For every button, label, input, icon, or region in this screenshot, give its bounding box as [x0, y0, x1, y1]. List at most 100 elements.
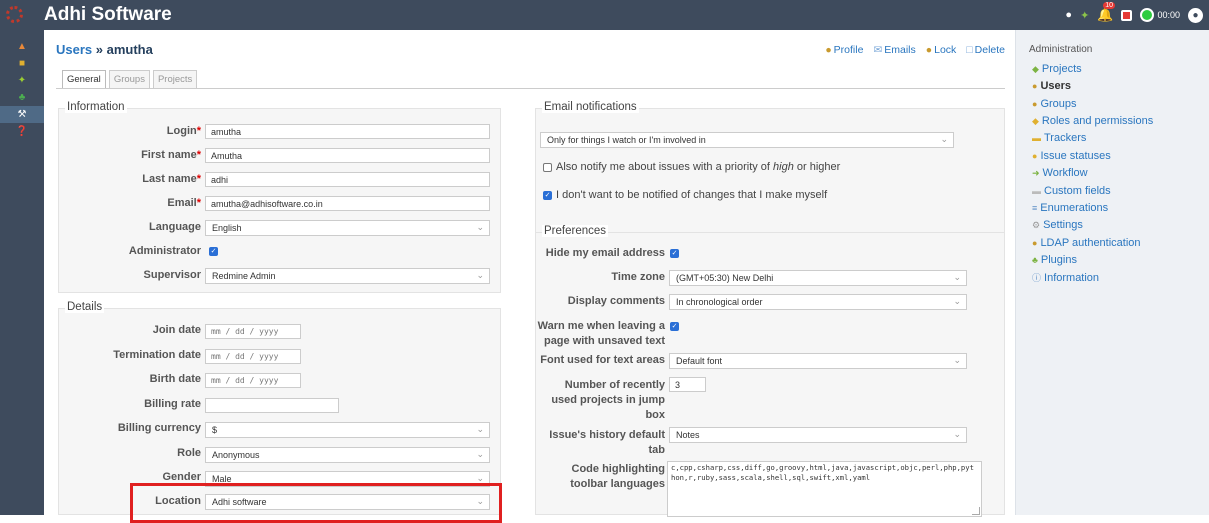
- resize-handle-icon[interactable]: [972, 507, 980, 515]
- role-value: Anonymous: [212, 450, 260, 460]
- tab-groups[interactable]: Groups: [108, 70, 150, 88]
- recent-label-line1: Number of recently: [564, 379, 665, 391]
- admin-item-label: Issue statuses: [1040, 150, 1111, 162]
- admin-item-information[interactable]: ⓘ Information: [1032, 271, 1099, 284]
- admin-item-settings[interactable]: ⚙ Settings: [1032, 219, 1083, 231]
- admin-item-projects[interactable]: ◆ Projects: [1032, 63, 1082, 75]
- admin-item-trackers[interactable]: ▬ Trackers: [1032, 132, 1086, 144]
- priority-checkbox[interactable]: [543, 163, 552, 172]
- hide-email-checkbox[interactable]: ✓: [670, 249, 679, 258]
- admin-item-users[interactable]: ● Users: [1032, 80, 1071, 92]
- language-select[interactable]: English ⌄: [205, 220, 490, 236]
- logo-icon[interactable]: [6, 6, 23, 23]
- birth-date-input[interactable]: mm / dd / yyyy: [205, 373, 301, 388]
- no-self-notified-checkbox[interactable]: ✓: [543, 191, 552, 200]
- timer-widget[interactable]: 00:00: [1140, 8, 1180, 22]
- code-languages-textarea[interactable]: c,cpp,csharp,css,diff,go,groovy,html,jav…: [667, 461, 982, 517]
- profile-button[interactable]: ● Profile: [825, 44, 863, 56]
- highlight-box: [130, 483, 502, 523]
- font-value: Default font: [676, 356, 723, 366]
- font-label: Font used for text areas: [540, 354, 665, 366]
- billing-currency-select[interactable]: $ ⌄: [205, 422, 490, 438]
- priority-emph: high: [773, 161, 794, 173]
- recent-label-line3: box: [645, 409, 665, 421]
- timezone-select[interactable]: (GMT+05:30) New Delhi ⌄: [669, 270, 967, 286]
- projects-icon[interactable]: ✦: [0, 72, 44, 89]
- projects-icon: ◆: [1032, 63, 1039, 74]
- admin-item-issue-statuses[interactable]: ● Issue statuses: [1032, 150, 1111, 162]
- profile-label: Profile: [833, 44, 864, 56]
- no-self-notified-label: I don't want to be notified of changes t…: [556, 189, 828, 201]
- email-notifications-legend: Email notifications: [542, 101, 639, 113]
- delete-button[interactable]: □ Delete: [966, 44, 1005, 56]
- search-icon[interactable]: ●: [1065, 9, 1072, 21]
- avatar[interactable]: ●: [1188, 7, 1203, 23]
- display-comments-label: Display comments: [567, 295, 665, 307]
- user-icon[interactable]: ■: [0, 55, 44, 72]
- supervisor-select[interactable]: Redmine Admin ⌄: [205, 268, 490, 284]
- administrator-checkbox[interactable]: ✓: [209, 247, 218, 256]
- custom-fields-icon: ▬: [1032, 186, 1041, 196]
- details-legend: Details: [65, 301, 105, 313]
- admin-item-workflow[interactable]: ➜ Workflow: [1032, 167, 1088, 179]
- recent-projects-label: Number of recently used projects in jump b…: [535, 378, 665, 423]
- admin-item-label: Enumerations: [1040, 202, 1109, 214]
- code-label-line1: Code highlighting: [571, 463, 665, 475]
- admin-wrench-icon[interactable]: ⚒: [0, 106, 44, 123]
- admin-item-label: Groups: [1040, 98, 1077, 110]
- admin-item-custom-fields[interactable]: ▬ Custom fields: [1032, 185, 1111, 197]
- emails-button[interactable]: ✉ Emails: [873, 44, 915, 56]
- timer-value: 00:00: [1157, 10, 1180, 20]
- admin-item-label: Custom fields: [1044, 185, 1111, 197]
- puzzle-icon[interactable]: ✦: [1080, 9, 1089, 22]
- notification-mode-select[interactable]: Only for things I watch or I'm involved …: [540, 132, 954, 148]
- display-comments-select[interactable]: In chronological order ⌄: [669, 294, 967, 310]
- plugin-icon[interactable]: ♣: [0, 89, 44, 106]
- priority-suffix: or higher: [793, 161, 841, 173]
- supervisor-value: Redmine Admin: [212, 271, 276, 281]
- home-icon[interactable]: ▲: [0, 38, 44, 55]
- gender-label: Gender: [162, 471, 201, 483]
- lastname-label-text: Last name: [142, 173, 197, 185]
- email-input[interactable]: amutha@adhisoftware.co.in: [205, 196, 490, 211]
- warn-label-line1: Warn me when leaving a: [537, 320, 665, 332]
- font-select[interactable]: Default font ⌄: [669, 353, 967, 369]
- warn-unsaved-checkbox[interactable]: ✓: [670, 322, 679, 331]
- chevron-down-icon: ⌄: [476, 270, 484, 280]
- admin-item-plugins[interactable]: ♣ Plugins: [1032, 254, 1077, 266]
- app-title[interactable]: Adhi Software: [44, 4, 172, 26]
- breadcrumb-users-link[interactable]: Users: [56, 42, 92, 57]
- tab-general[interactable]: General: [62, 70, 106, 88]
- admin-item-roles[interactable]: ◆ Roles and permissions: [1032, 115, 1153, 127]
- status-icon: ●: [1032, 151, 1038, 161]
- delete-label: Delete: [974, 44, 1005, 56]
- admin-item-ldap[interactable]: ● LDAP authentication: [1032, 237, 1141, 249]
- lock-label: Lock: [934, 44, 957, 56]
- code-languages-value: c,cpp,csharp,css,diff,go,groovy,html,jav…: [671, 463, 974, 482]
- role-select[interactable]: Anonymous ⌄: [205, 447, 490, 463]
- tab-projects[interactable]: Projects: [152, 70, 198, 88]
- notification-mode-value: Only for things I watch or I'm involved …: [547, 135, 706, 145]
- emails-label: Emails: [884, 44, 916, 56]
- stop-icon[interactable]: [1121, 9, 1133, 21]
- notification-icon[interactable]: 🔔 10: [1097, 2, 1116, 23]
- history-tab-select[interactable]: Notes ⌄: [669, 427, 967, 443]
- lock-button[interactable]: ● Lock: [926, 44, 957, 56]
- chevron-down-icon: ⌄: [953, 296, 961, 306]
- history-label-line1: Issue's history default: [549, 429, 665, 441]
- server-icon: ●: [1032, 238, 1038, 248]
- termination-date-input[interactable]: mm / dd / yyyy: [205, 349, 301, 364]
- admin-item-enumerations[interactable]: ≡ Enumerations: [1032, 202, 1108, 214]
- lastname-input[interactable]: adhi: [205, 172, 490, 187]
- history-tab-value: Notes: [676, 430, 700, 440]
- gear-icon: ⚙: [1032, 219, 1041, 230]
- recent-projects-input[interactable]: 3: [669, 377, 706, 392]
- login-input[interactable]: amutha: [205, 124, 490, 139]
- admin-item-groups[interactable]: ● Groups: [1032, 98, 1077, 110]
- join-date-input[interactable]: mm / dd / yyyy: [205, 324, 301, 339]
- login-label-text: Login: [166, 125, 197, 137]
- firstname-input[interactable]: Amutha: [205, 148, 490, 163]
- help-icon[interactable]: ❓: [0, 123, 44, 140]
- notification-count: 10: [1103, 2, 1116, 9]
- billing-rate-input[interactable]: [205, 398, 339, 413]
